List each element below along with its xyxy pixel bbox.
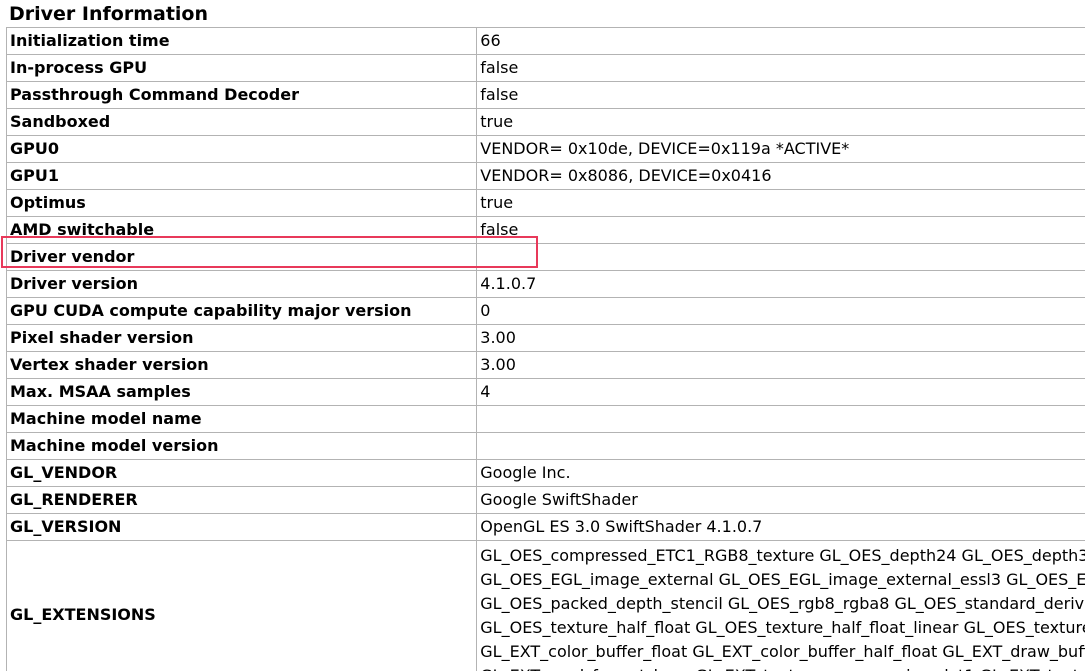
row-key: GL_VERSION: [5, 513, 478, 541]
table-row: Pixel shader version 3.00: [5, 324, 1085, 352]
extensions-line: GL_OES_texture_half_float GL_OES_texture…: [480, 618, 1085, 637]
row-value: [476, 243, 1085, 271]
table-row: Sandboxed true: [5, 108, 1085, 136]
extensions-line: GL_OES_compressed_ETC1_RGB8_texture GL_O…: [480, 546, 1085, 565]
table-row: Initialization time 66: [5, 27, 1085, 55]
row-key: Optimus: [5, 189, 478, 217]
row-value: 3.00: [476, 351, 1085, 379]
row-key: Initialization time: [5, 27, 478, 55]
row-value: true: [476, 108, 1085, 136]
row-key: Passthrough Command Decoder: [5, 81, 478, 109]
driver-info-rows: Initialization time 66 In-process GPU false…: [5, 27, 1085, 671]
table-row: Optimus true: [5, 189, 1085, 217]
table-row: GPU1 VENDOR= 0x8086, DEVICE=0x0416: [5, 162, 1085, 190]
row-value: 66: [476, 27, 1085, 55]
extensions-line: GL_EXT_read_format_bgra GL_EXT_texture_c…: [480, 664, 1085, 671]
row-key: Max. MSAA samples: [5, 378, 478, 406]
table-row: AMD switchable false: [5, 216, 1085, 244]
row-key: GPU1: [5, 162, 478, 190]
extensions-line: GL_EXT_color_buffer_float GL_EXT_color_b…: [480, 642, 1085, 661]
table-row: Driver version 4.1.0.7: [5, 270, 1085, 298]
row-key: GL_RENDERER: [5, 486, 478, 514]
row-key: Sandboxed: [5, 108, 478, 136]
row-value: VENDOR= 0x10de, DEVICE=0x119a *ACTIVE*: [476, 135, 1085, 163]
table-row: GL_VERSION OpenGL ES 3.0 SwiftShader 4.1.…: [5, 513, 1085, 541]
extensions-value: GL_OES_compressed_ETC1_RGB8_texture GL_O…: [476, 540, 1085, 671]
row-value: 4.1.0.7: [476, 270, 1085, 298]
table-row: Driver vendor: [5, 243, 1085, 271]
row-value: 4: [476, 378, 1085, 406]
driver-info-table: Initialization time 66 In-process GPU false…: [5, 27, 1085, 671]
table-row: GL_VENDOR Google Inc.: [5, 459, 1085, 487]
row-key: In-process GPU: [5, 54, 478, 82]
table-row: Passthrough Command Decoder false: [5, 81, 1085, 109]
table-row: Machine model version: [5, 432, 1085, 460]
row-key: GPU CUDA compute capability major versio…: [5, 297, 478, 325]
row-value: false: [476, 216, 1085, 244]
row-key: GL_EXTENSIONS: [5, 540, 478, 671]
row-value: 0: [476, 297, 1085, 325]
row-key: Machine model version: [5, 432, 478, 460]
row-key: Driver version: [5, 270, 478, 298]
row-value: [476, 405, 1085, 433]
table-row: GL_RENDERER Google SwiftShader: [5, 486, 1085, 514]
row-value: OpenGL ES 3.0 SwiftShader 4.1.0.7: [476, 513, 1085, 541]
table-row: In-process GPU false: [5, 54, 1085, 82]
table-row: Vertex shader version 3.00: [5, 351, 1085, 379]
extensions-line: GL_OES_packed_depth_stencil GL_OES_rgb8_…: [480, 594, 1085, 613]
row-value: 3.00: [476, 324, 1085, 352]
row-value: true: [476, 189, 1085, 217]
table-row: GPU CUDA compute capability major versio…: [5, 297, 1085, 325]
row-value: false: [476, 81, 1085, 109]
row-key: AMD switchable: [5, 216, 478, 244]
table-row: Max. MSAA samples 4: [5, 378, 1085, 406]
table-row: Machine model name: [5, 405, 1085, 433]
row-value: false: [476, 54, 1085, 82]
row-key: GPU0: [5, 135, 478, 163]
row-key: GL_VENDOR: [5, 459, 478, 487]
row-value: Google Inc.: [476, 459, 1085, 487]
extensions-line: GL_OES_EGL_image_external GL_OES_EGL_ima…: [480, 570, 1085, 589]
row-key: Vertex shader version: [5, 351, 478, 379]
table-row-extensions: GL_EXTENSIONS GL_OES_compressed_ETC1_RGB8…: [5, 540, 1085, 671]
row-value: VENDOR= 0x8086, DEVICE=0x0416: [476, 162, 1085, 190]
row-key: Driver vendor: [5, 243, 478, 271]
row-value: Google SwiftShader: [476, 486, 1085, 514]
table-row: GPU0 VENDOR= 0x10de, DEVICE=0x119a *ACTIV…: [5, 135, 1085, 163]
row-key: Machine model name: [5, 405, 478, 433]
row-value: [476, 432, 1085, 460]
row-key: Pixel shader version: [5, 324, 478, 352]
section-title: Driver Information: [9, 3, 208, 25]
